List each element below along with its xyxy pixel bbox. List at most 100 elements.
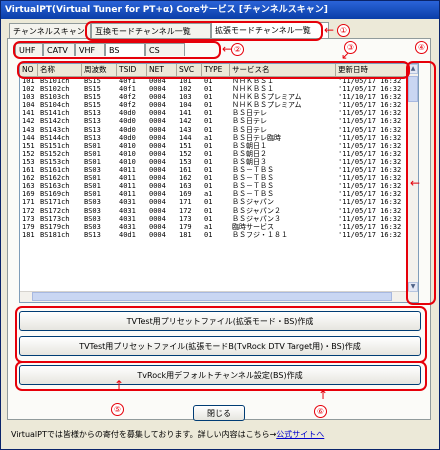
table-cell: '11/05/17 16:32 [338,174,402,183]
scroll-thumb[interactable] [408,76,418,102]
official-site-link[interactable]: 公式サイトへ [276,430,324,439]
table-cell: 0004 [149,101,166,110]
table-cell: 0004 [149,206,166,215]
table-cell: BS142ch [40,117,70,126]
table-row[interactable]: 103 BS103ch BS15 40f2 0004 103 01 ＮＨＫＢＳプレミアム '11… [20,93,410,101]
tab-extended-mode-list[interactable]: 拡張モードチャンネル一覧 [211,22,329,39]
horizontal-scroll-thumb[interactable] [32,292,392,301]
table-cell: 40f2 [119,101,136,110]
table-row[interactable]: 163 BS163ch BS01 4011 0004 163 01 ＢＳ－ＴＢＳ '11/05/… [20,182,410,190]
table-cell: 4031 [119,198,136,207]
table-cell: 01 [204,125,213,134]
table-cell: 0004 [149,174,166,183]
table-cell: BS143ch [40,125,70,134]
table-cell: 172 [179,206,192,215]
table-row[interactable]: 179 BS179ch BS03 4031 0004 179 a1 臨時サービス '11/05/… [20,223,410,231]
table-cell: '11/05/17 16:32 [338,198,402,207]
table-cell: ＢＳジャパン３ [232,214,281,223]
table-cell: 102 [22,85,35,94]
table-cell: 173 [22,214,35,223]
horizontal-scrollbar[interactable] [20,291,410,302]
table-cell: BS141ch [40,109,70,118]
close-button[interactable]: 閉じる [193,405,245,421]
table-row[interactable]: 161 BS161ch BS03 4011 0004 161 01 ＢＳ－ＴＢＳ '11/05/… [20,166,410,174]
table-cell: 01 [204,141,213,150]
table-row[interactable]: 152 BS152ch BS01 4010 0004 152 01 ＢＳ朝日２ '11/05/1… [20,150,410,158]
table-cell: 103 [179,93,192,102]
table-cell: 01 [204,149,213,158]
table-cell: 4011 [119,166,136,175]
create-preset-extended-b-tvrock-button[interactable]: TVTest用プリセットファイル(拡張モードB(TvRock DTV Targe… [19,336,421,356]
col-frequency[interactable]: 周波数 [82,64,117,76]
table-row[interactable]: 162 BS162ch BS01 4011 0004 162 01 ＢＳ－ＴＢＳ '11/05/… [20,174,410,182]
table-cell: 40f1 [119,85,136,94]
table-cell: 152 [179,149,192,158]
create-tvrock-default-button[interactable]: TvRock用デフォルトチャンネル設定(BS)作成 [19,365,421,385]
table-cell: 179 [179,222,192,231]
table-row[interactable]: 151 BS151ch BS01 4010 0004 151 01 ＢＳ朝日１ '11/05/1… [20,142,410,150]
table-cell: 101 [22,77,35,85]
subtab-bs[interactable]: BS [105,43,145,56]
table-cell: '11/05/17 16:32 [338,85,402,94]
table-cell: BS15 [84,77,101,85]
table-cell: BS13 [84,133,101,142]
table-row[interactable]: 102 BS102ch BS15 40f1 0004 102 01 ＮＨＫＢＳ１ '11/05/… [20,85,410,93]
table-cell: 0004 [149,149,166,158]
table-row[interactable]: 142 BS142ch BS13 40d0 0004 142 01 ＢＳ日テレ '11/05/1… [20,117,410,125]
table-cell: 181 [179,230,192,239]
table-row[interactable]: 172 BS172ch BS03 4031 0004 172 01 ＢＳジャパン２ '11/05… [20,207,410,215]
table-row[interactable]: 104 BS104ch BS15 40f2 0004 104 01 ＮＨＫＢＳプレミアム '11… [20,101,410,109]
table-cell: BS102ch [40,85,70,94]
table-cell: a1 [204,133,213,142]
col-type[interactable]: TYPE [202,64,230,76]
table-row[interactable]: 144 BS144ch BS13 40d0 0004 144 a1 ＢＳ日テレ臨時 '11/05… [20,134,410,142]
subtab-uhf[interactable]: UHF [15,43,43,56]
col-updated[interactable]: 更新日時 [336,64,410,76]
create-preset-extended-bs-button[interactable]: TVTest用プリセットファイル(拡張モード・BS)作成 [19,311,421,331]
subtab-catv[interactable]: CATV [43,43,75,56]
channel-list[interactable]: NO 名称 周波数 TSID NET SVC TYPE サービス名 更新日時 1… [19,63,419,303]
tab-compat-mode-list[interactable]: 互換モードチャンネル一覧 [91,23,211,38]
table-cell: ＢＳ朝日３ [232,157,267,166]
col-net[interactable]: NET [147,64,177,76]
tab-channel-scan[interactable]: チャンネルスキャン [9,23,91,38]
subtab-vhf[interactable]: VHF [75,43,105,56]
table-row[interactable]: 143 BS143ch BS13 40d0 0004 143 01 ＢＳ日テレ '11/05/1… [20,126,410,134]
table-cell: ＢＳ日テレ [232,125,267,134]
table-cell: BS152ch [40,149,70,158]
table-cell: 162 [22,174,35,183]
table-row[interactable]: 101 BS101ch BS15 40f1 0004 101 01 ＮＨＫＢＳ１ '11/05/… [20,77,410,85]
col-svc[interactable]: SVC [177,64,202,76]
table-cell: ＮＨＫＢＳプレミアム [232,101,302,110]
table-cell: 01 [204,93,213,102]
table-row[interactable]: 171 BS171ch BS03 4031 0004 171 01 ＢＳジャパン '11/05/… [20,198,410,206]
scroll-up-icon[interactable]: ▲ [408,64,418,74]
col-service-name[interactable]: サービス名 [230,64,336,76]
col-name[interactable]: 名称 [38,64,82,76]
table-cell: BS144ch [40,133,70,142]
table-cell: 162 [179,174,192,183]
table-row[interactable]: 181 BS181ch BS13 40d1 0004 181 01 ＢＳフジ・１８１ '11/0… [20,231,410,239]
table-cell: 0004 [149,230,166,239]
col-no[interactable]: NO [20,64,38,76]
table-cell: ＢＳフジ・１８１ [232,230,288,239]
table-cell: ＮＨＫＢＳプレミアム [232,93,302,102]
table-cell: 4031 [119,214,136,223]
table-row[interactable]: 141 BS141ch BS13 40d0 0004 141 01 ＢＳ日テレ '11/05/1… [20,109,410,117]
table-cell: 0004 [149,117,166,126]
table-cell: ＢＳ朝日１ [232,141,267,150]
col-tsid[interactable]: TSID [117,64,147,76]
table-row[interactable]: 153 BS153ch BS01 4010 0004 153 01 ＢＳ朝日３ '11/05/1… [20,158,410,166]
table-cell: 142 [22,117,35,126]
table-cell: 181 [22,230,35,239]
table-row[interactable]: 169 BS169ch BS01 4011 0004 169 a1 ＢＳ－ＴＢＳ '11/05/… [20,190,410,198]
table-cell: 01 [204,109,213,118]
subtab-cs[interactable]: CS [145,43,185,56]
table-row[interactable]: 173 BS173ch BS03 4031 0004 173 01 ＢＳジャパン３ '11/05… [20,215,410,223]
table-cell: 163 [22,182,35,191]
table-cell: 01 [204,101,213,110]
table-cell: 0004 [149,222,166,231]
table-cell: BS01 [84,182,101,191]
table-cell: BS13 [84,125,101,134]
table-cell: ＢＳ－ＴＢＳ [232,190,274,199]
